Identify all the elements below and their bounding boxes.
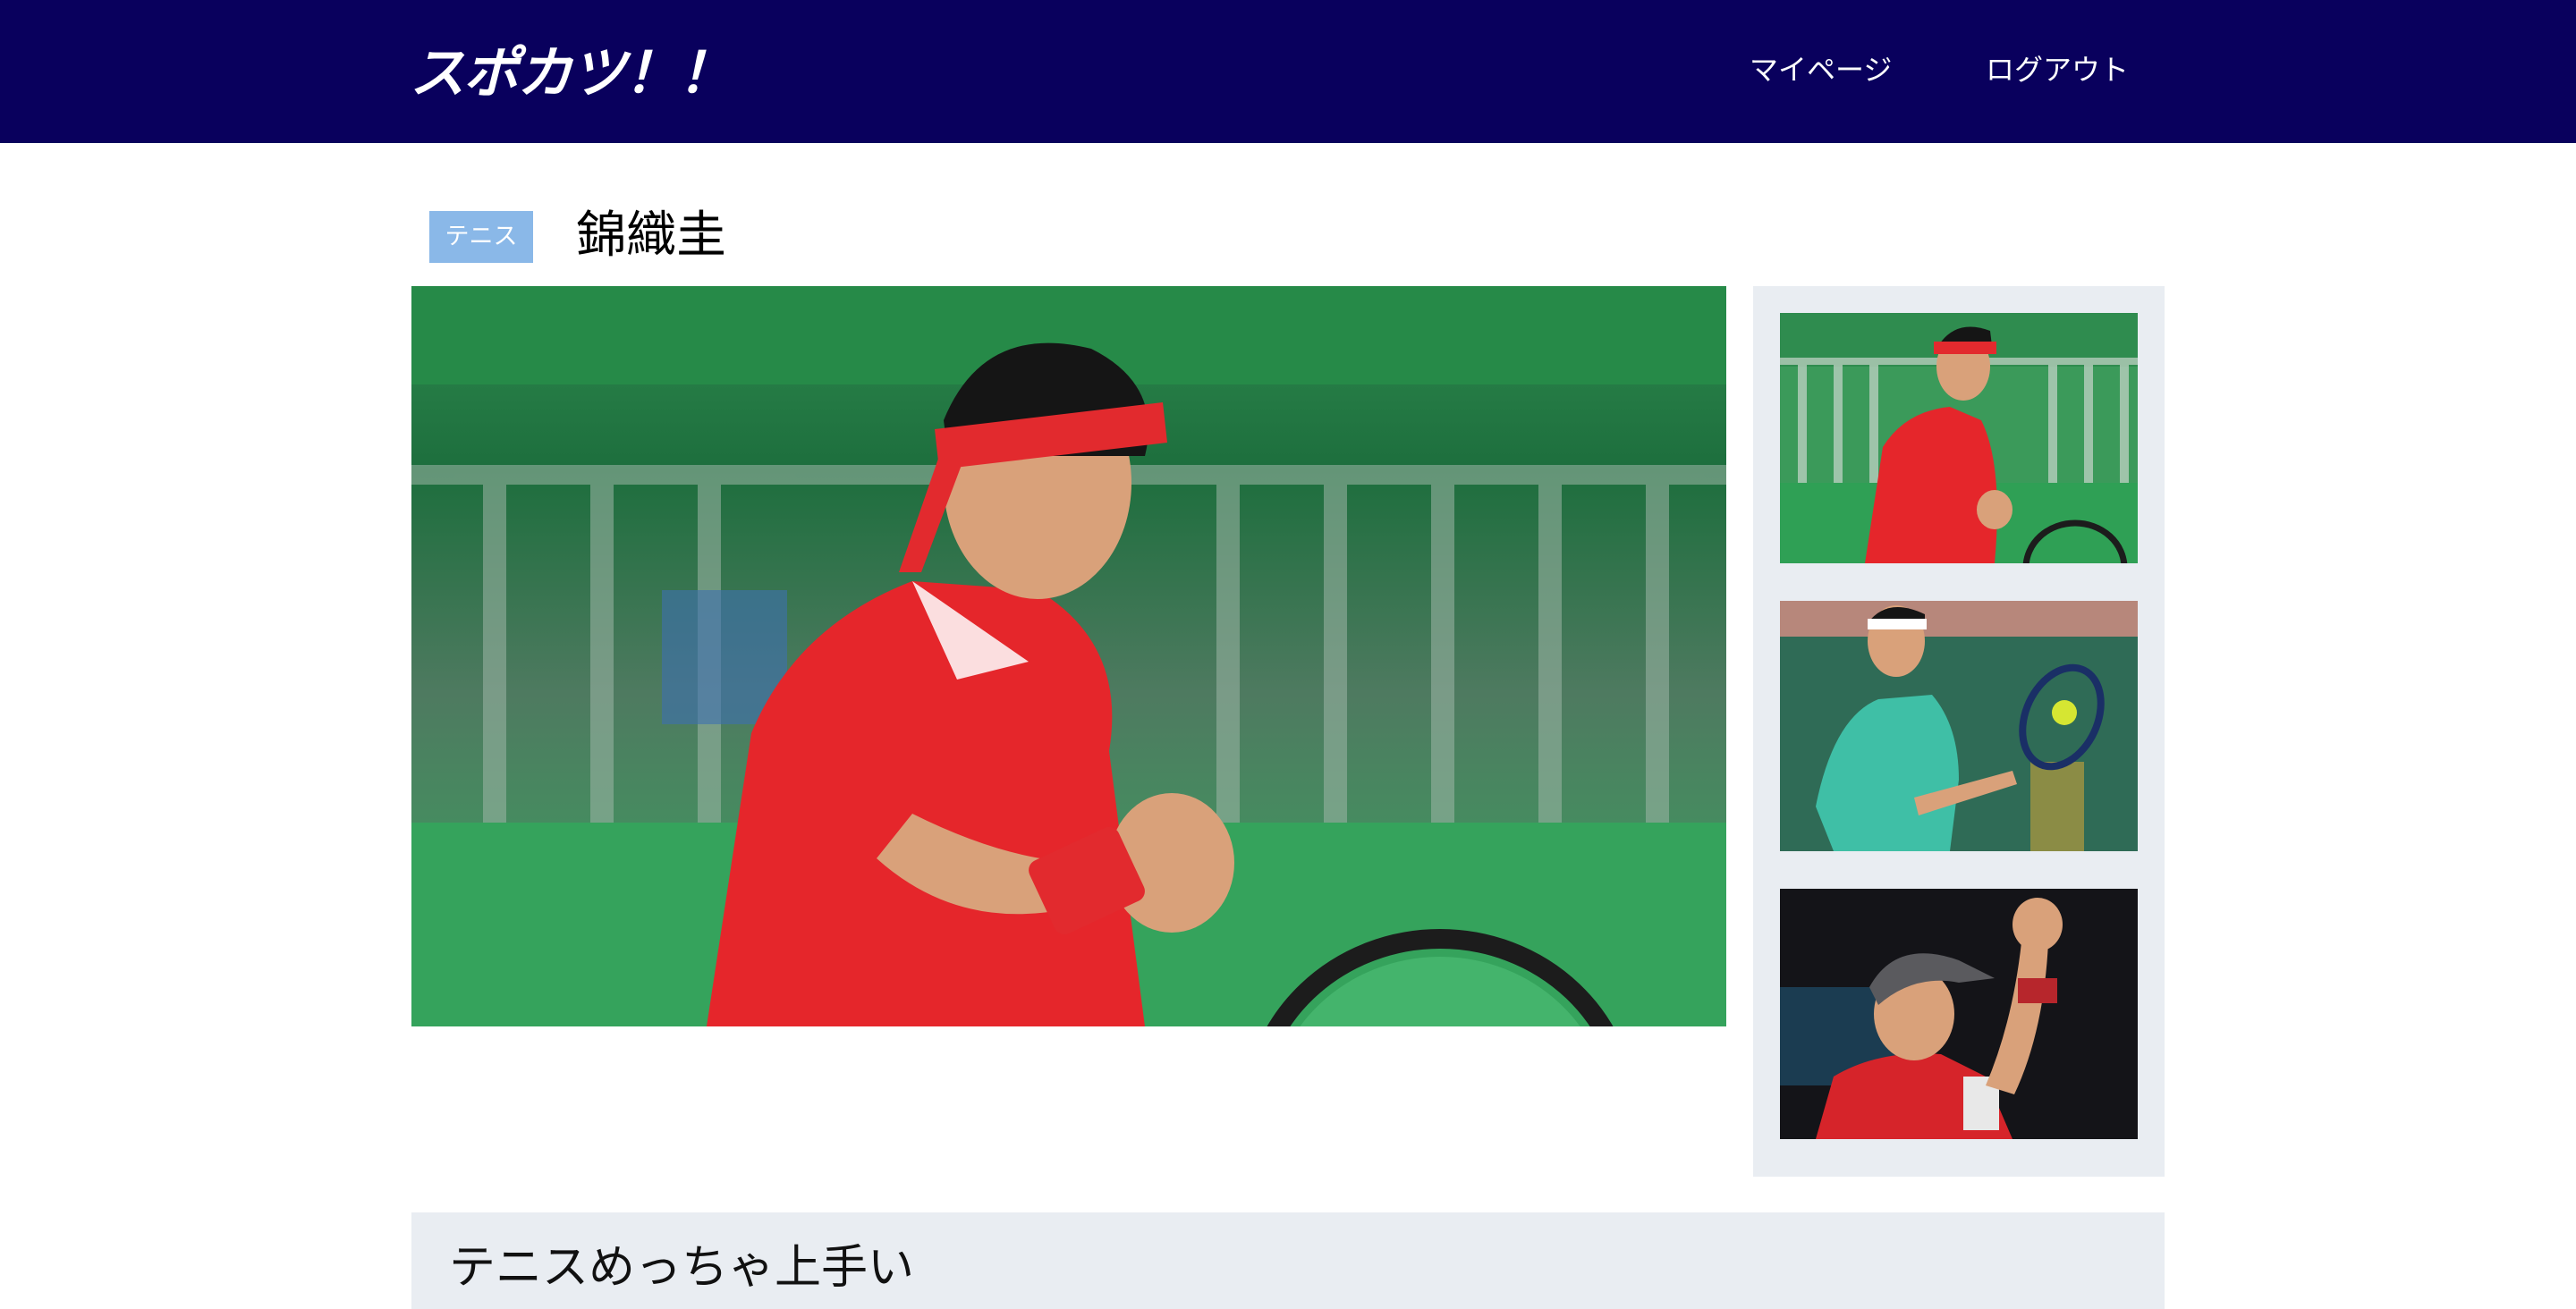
athlete-name-title: 錦織圭 [576, 207, 726, 265]
thumbnail-panel [1753, 286, 2165, 1177]
top-header: スポカツ！！ マイページ ログアウト [0, 0, 2576, 143]
sport-tag-badge: テニス [429, 211, 533, 263]
comment-box: テニスめっちゃ上手い [411, 1212, 2165, 1309]
main-athlete-photo [411, 286, 1726, 1026]
site-logo[interactable]: スポカツ！！ [410, 34, 733, 113]
nav-mypage-link[interactable]: マイページ [1750, 50, 1892, 89]
thumbnail-photo-2[interactable] [1780, 601, 2138, 851]
nav-logout-link[interactable]: ログアウト [1986, 50, 2129, 89]
thumbnail-photo-1[interactable] [1780, 313, 2138, 563]
thumbnail-photo-3[interactable] [1780, 889, 2138, 1139]
comment-text: テニスめっちゃ上手い [449, 1241, 915, 1295]
